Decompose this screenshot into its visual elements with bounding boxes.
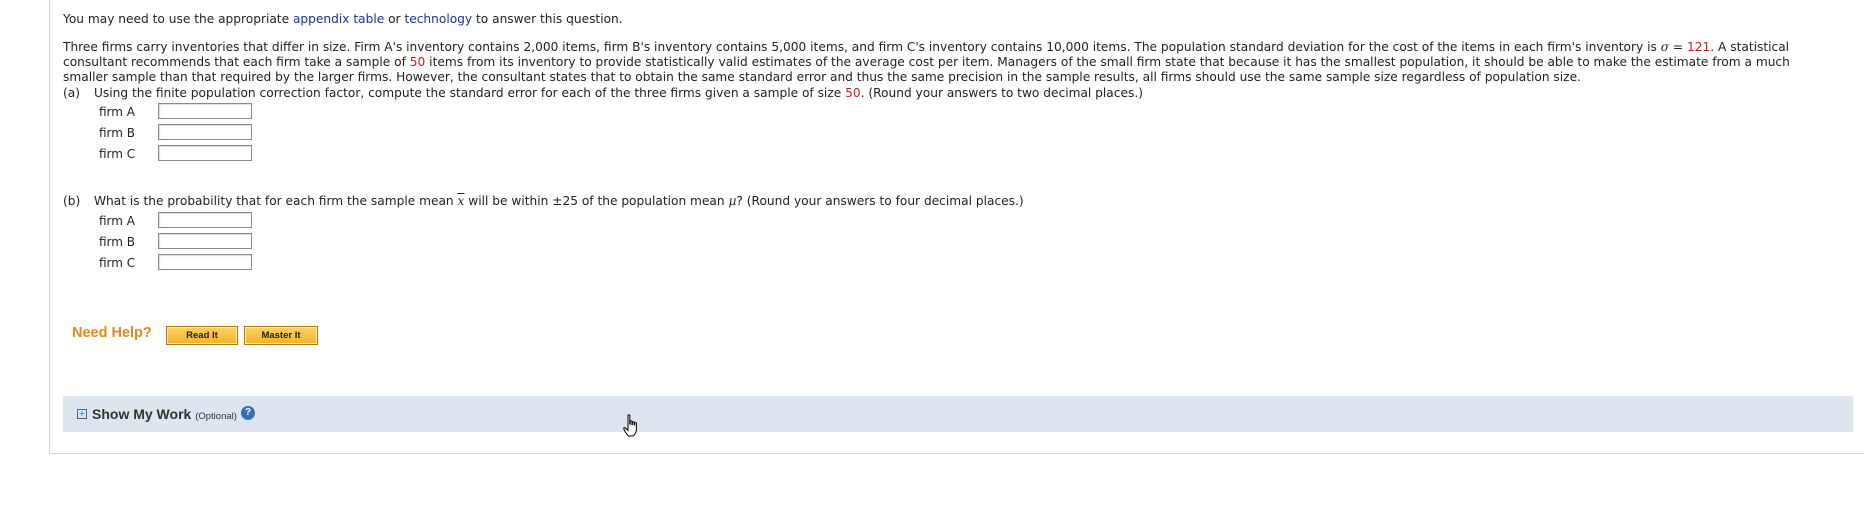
question-panel: You may need to use the appropriate appe…	[49, 0, 1864, 454]
part-b-tag: (b)	[63, 194, 81, 208]
part-b-firm-b-label: firm B	[99, 235, 136, 249]
sigma-value: 121	[1687, 40, 1711, 54]
read-it-button[interactable]: Read It	[166, 326, 238, 345]
part-a-n: 50	[845, 86, 861, 100]
expand-toggle-icon[interactable]: +	[77, 409, 87, 419]
optional-label: (Optional)	[195, 411, 237, 422]
part-b-firm-a-input[interactable]	[158, 212, 252, 228]
appendix-table-link[interactable]: appendix table	[293, 12, 384, 26]
part-a-firm-a-label: firm A	[99, 105, 135, 119]
part-b-firm-a-label: firm A	[99, 214, 135, 228]
part-a-question: (a) Using the finite population correctio…	[63, 86, 1143, 100]
part-b-question: (b) What is the probability that for each…	[63, 194, 1024, 208]
need-help-label: Need Help?	[72, 325, 152, 341]
part-b-text-1: What is the probability that for each fi…	[94, 194, 458, 208]
show-my-work-title[interactable]: Show My Work (Optional)	[92, 406, 237, 422]
part-a-firm-a-input[interactable]	[158, 103, 252, 119]
problem-text-1: Three firms carry inventories that diffe…	[63, 40, 1661, 54]
show-my-work-bar[interactable]: + Show My Work (Optional) ?	[63, 396, 1853, 432]
part-a-firm-c-label: firm C	[99, 147, 136, 161]
intro-after: to answer this question.	[472, 12, 623, 26]
problem-statement: Three firms carry inventories that diffe…	[63, 40, 1838, 85]
part-b-firm-b-input[interactable]	[158, 233, 252, 249]
part-a-text-1: Using the finite population correction f…	[94, 86, 846, 100]
equals-sign: =	[1669, 40, 1687, 54]
technology-link[interactable]: technology	[404, 12, 472, 26]
intro-text: You may need to use the appropriate appe…	[63, 12, 623, 26]
help-question-icon[interactable]: ?	[241, 406, 255, 420]
intro-before: You may need to use the appropriate	[63, 12, 293, 26]
part-a-firm-b-input[interactable]	[158, 124, 252, 140]
part-b-firm-c-input[interactable]	[158, 254, 252, 270]
intro-middle: or	[384, 12, 405, 26]
sample-size-value: 50	[409, 55, 426, 69]
part-a-text-2: . (Round your answers to two decimal pla…	[860, 86, 1143, 100]
part-b-text-3: ? (Round your answers to four decimal pl…	[736, 194, 1024, 208]
part-a-firm-b-label: firm B	[99, 126, 136, 140]
part-b-firm-c-label: firm C	[99, 256, 136, 270]
part-b-text-2: will be within ±25 of the population mea…	[464, 194, 729, 208]
show-my-work-label: Show My Work	[92, 406, 192, 422]
part-a-tag: (a)	[63, 86, 80, 100]
part-a-firm-c-input[interactable]	[158, 145, 252, 161]
master-it-button[interactable]: Master It	[244, 326, 318, 345]
sigma-symbol: σ	[1660, 40, 1670, 54]
hand-pointer-icon	[623, 414, 637, 437]
